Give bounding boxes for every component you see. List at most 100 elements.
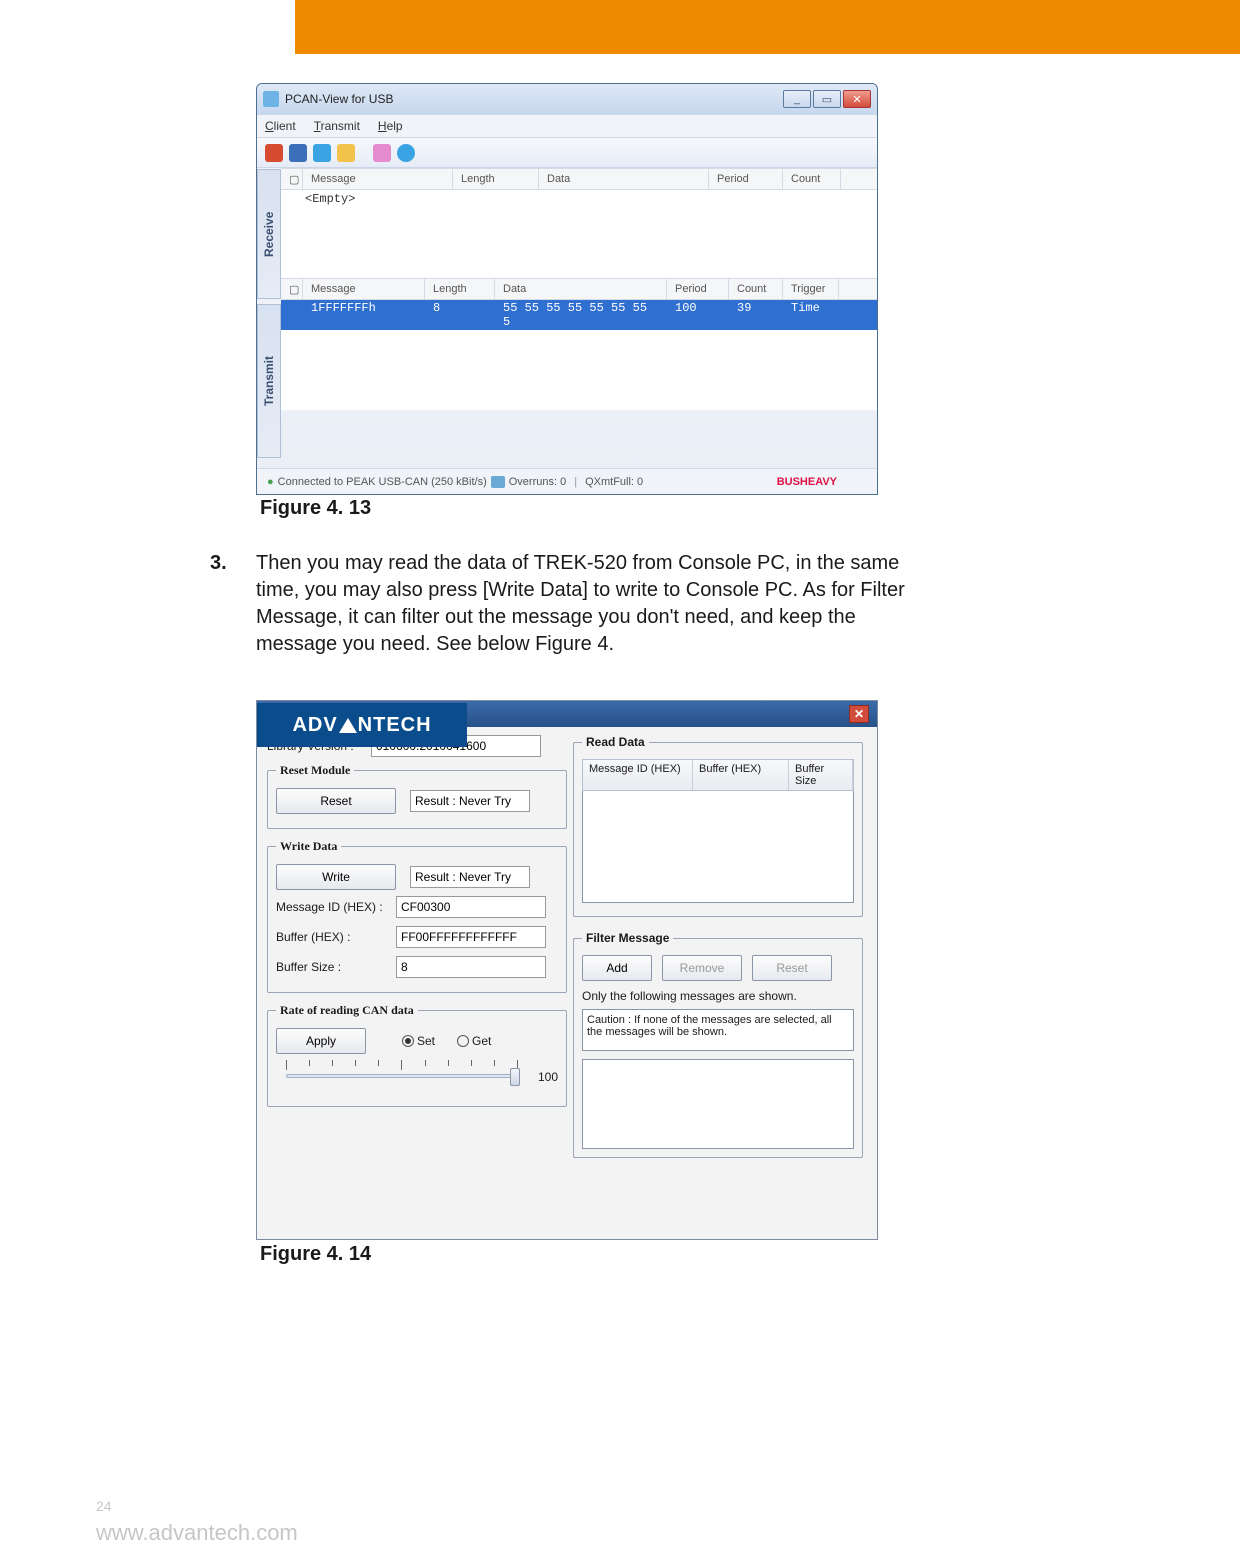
pcan-titlebar: PCAN-View for USB _ ▭ ✕ bbox=[257, 84, 877, 114]
figure-4-14-caption: Figure 4. 14 bbox=[260, 1243, 371, 1266]
tx-row-msg: 1FFFFFFFh bbox=[303, 300, 425, 330]
read-data-legend: Read Data bbox=[582, 735, 649, 749]
open-icon[interactable] bbox=[337, 144, 355, 162]
reset-module-group: Reset Module Reset bbox=[267, 763, 567, 829]
rx-body[interactable]: <Empty> bbox=[281, 190, 877, 278]
read-col-buf: Buffer (HEX) bbox=[693, 760, 789, 790]
rate-slider[interactable]: 100 bbox=[276, 1060, 558, 1098]
tx-col-trigger: Trigger bbox=[783, 279, 839, 299]
tx-col-length: Length bbox=[425, 279, 495, 299]
rate-set-radio[interactable] bbox=[402, 1035, 414, 1047]
read-col-bsize: Buffer Size bbox=[789, 760, 853, 790]
trace-icon[interactable] bbox=[373, 144, 391, 162]
rate-slider-thumb[interactable] bbox=[510, 1068, 520, 1086]
tx-row-period: 100 bbox=[667, 300, 729, 330]
rx-col-length: Length bbox=[453, 169, 539, 189]
tx-col-period: Period bbox=[667, 279, 729, 299]
cantest-close-button[interactable]: ✕ bbox=[849, 705, 869, 723]
footer-url: www.advantech.com bbox=[96, 1520, 298, 1546]
write-buf-input[interactable] bbox=[396, 926, 546, 948]
write-msgid-label: Message ID (HEX) : bbox=[276, 900, 396, 914]
read-col-msgid: Message ID (HEX) bbox=[583, 760, 693, 790]
filter-note: Only the following messages are shown. bbox=[582, 989, 854, 1003]
filter-caution: Caution : If none of the messages are se… bbox=[582, 1009, 854, 1051]
apply-button[interactable]: Apply bbox=[276, 1028, 366, 1054]
disconnect-icon[interactable] bbox=[265, 144, 283, 162]
page-number: 24 bbox=[96, 1498, 112, 1514]
tx-row-trigger: Time bbox=[783, 300, 839, 330]
new-msg-icon[interactable] bbox=[313, 144, 331, 162]
filter-message-group: Filter Message Add Remove Reset Only the… bbox=[573, 931, 863, 1158]
pcan-title: PCAN-View for USB bbox=[285, 92, 783, 106]
reset-result bbox=[410, 790, 530, 812]
figure-4-13-caption: Figure 4. 13 bbox=[260, 497, 371, 520]
rate-value: 100 bbox=[538, 1070, 558, 1084]
menu-client[interactable]: Client bbox=[265, 119, 296, 133]
write-button[interactable]: Write bbox=[276, 864, 396, 890]
pcan-menubar: Client Transmit Help bbox=[257, 114, 877, 138]
write-data-group: Write Data Write Message ID (HEX) : Buff… bbox=[267, 839, 567, 993]
filter-message-legend: Filter Message bbox=[582, 931, 673, 945]
advantech-logo-triangle-icon bbox=[339, 718, 357, 733]
minimize-button[interactable]: _ bbox=[783, 90, 811, 108]
page-top-white-box bbox=[0, 0, 295, 54]
tx-col-message: Message bbox=[303, 279, 425, 299]
tx-row-len: 8 bbox=[425, 300, 495, 330]
pcan-app-icon bbox=[263, 91, 279, 107]
rx-col-period: Period bbox=[709, 169, 783, 189]
cantest-right-column: Read Data Message ID (HEX) Buffer (HEX) … bbox=[573, 735, 863, 1168]
filter-list[interactable] bbox=[582, 1059, 854, 1149]
status-overruns: Overruns: 0 bbox=[509, 476, 566, 488]
transmit-tab[interactable]: Transmit bbox=[257, 304, 281, 458]
write-data-legend: Write Data bbox=[276, 839, 341, 854]
pcan-panes: ▢ Message Length Data Period Count <Empt… bbox=[281, 168, 877, 410]
status-qxmt: QXmtFull: 0 bbox=[585, 476, 643, 488]
cantest-left-column: Library Version : Reset Module Reset Wri… bbox=[267, 735, 567, 1117]
step-3: 3. Then you may read the data of TREK-52… bbox=[212, 550, 932, 658]
status-conn: Connected to PEAK USB-CAN (250 kBit/s) bbox=[278, 476, 487, 488]
write-bsize-input[interactable] bbox=[396, 956, 546, 978]
tx-row[interactable]: 1FFFFFFFh 8 55 55 55 55 55 55 55 5 100 3… bbox=[281, 300, 877, 330]
receive-tab-label: Receive bbox=[262, 211, 276, 256]
cantest-window: CAN Test ✕ Library Version : Reset Modul… bbox=[256, 700, 878, 1240]
rate-legend: Rate of reading CAN data bbox=[276, 1003, 418, 1018]
filter-reset-button[interactable]: Reset bbox=[752, 955, 832, 981]
reset-icon[interactable] bbox=[289, 144, 307, 162]
rate-get-label: Get bbox=[472, 1034, 491, 1048]
step-3-text: Then you may read the data of TREK-520 f… bbox=[256, 550, 932, 658]
read-table-header: Message ID (HEX) Buffer (HEX) Buffer Siz… bbox=[582, 759, 854, 791]
cantest-body: Library Version : Reset Module Reset Wri… bbox=[257, 727, 877, 747]
page-top-orange-bar bbox=[0, 0, 1240, 54]
status-busheavy: BUSHEAVY bbox=[777, 476, 837, 488]
rx-empty-text: <Empty> bbox=[281, 190, 877, 208]
read-data-list[interactable] bbox=[582, 791, 854, 903]
status-card-icon bbox=[491, 476, 505, 488]
menu-help[interactable]: Help bbox=[378, 119, 403, 133]
write-msgid-input[interactable] bbox=[396, 896, 546, 918]
close-button[interactable]: ✕ bbox=[843, 90, 871, 108]
rate-get-radio[interactable] bbox=[457, 1035, 469, 1047]
tx-body[interactable]: 1FFFFFFFh 8 55 55 55 55 55 55 55 5 100 3… bbox=[281, 300, 877, 410]
rate-group: Rate of reading CAN data Apply Set Get bbox=[267, 1003, 567, 1107]
transmit-tab-label: Transmit bbox=[262, 356, 276, 406]
write-result bbox=[410, 866, 530, 888]
rx-col-count: Count bbox=[783, 169, 841, 189]
read-data-group: Read Data Message ID (HEX) Buffer (HEX) … bbox=[573, 735, 863, 917]
tx-header: ▢ Message Length Data Period Count Trigg… bbox=[281, 278, 877, 300]
rx-header: ▢ Message Length Data Period Count bbox=[281, 168, 877, 190]
filter-add-button[interactable]: Add bbox=[582, 955, 652, 981]
menu-transmit[interactable]: Transmit bbox=[314, 119, 360, 133]
reset-button[interactable]: Reset bbox=[276, 788, 396, 814]
receive-tab[interactable]: Receive bbox=[257, 169, 281, 299]
pcan-toolbar bbox=[257, 138, 877, 168]
filter-remove-button[interactable]: Remove bbox=[662, 955, 742, 981]
maximize-button[interactable]: ▭ bbox=[813, 90, 841, 108]
tx-row-count: 39 bbox=[729, 300, 783, 330]
write-bsize-label: Buffer Size : bbox=[276, 960, 396, 974]
pcan-statusbar: ● Connected to PEAK USB-CAN (250 kBit/s)… bbox=[257, 468, 877, 494]
window-buttons: _ ▭ ✕ bbox=[783, 90, 871, 108]
step-3-number: 3. bbox=[210, 550, 227, 577]
write-buf-label: Buffer (HEX) : bbox=[276, 930, 396, 944]
rx-col-message: Message bbox=[303, 169, 453, 189]
info-icon[interactable] bbox=[397, 144, 415, 162]
